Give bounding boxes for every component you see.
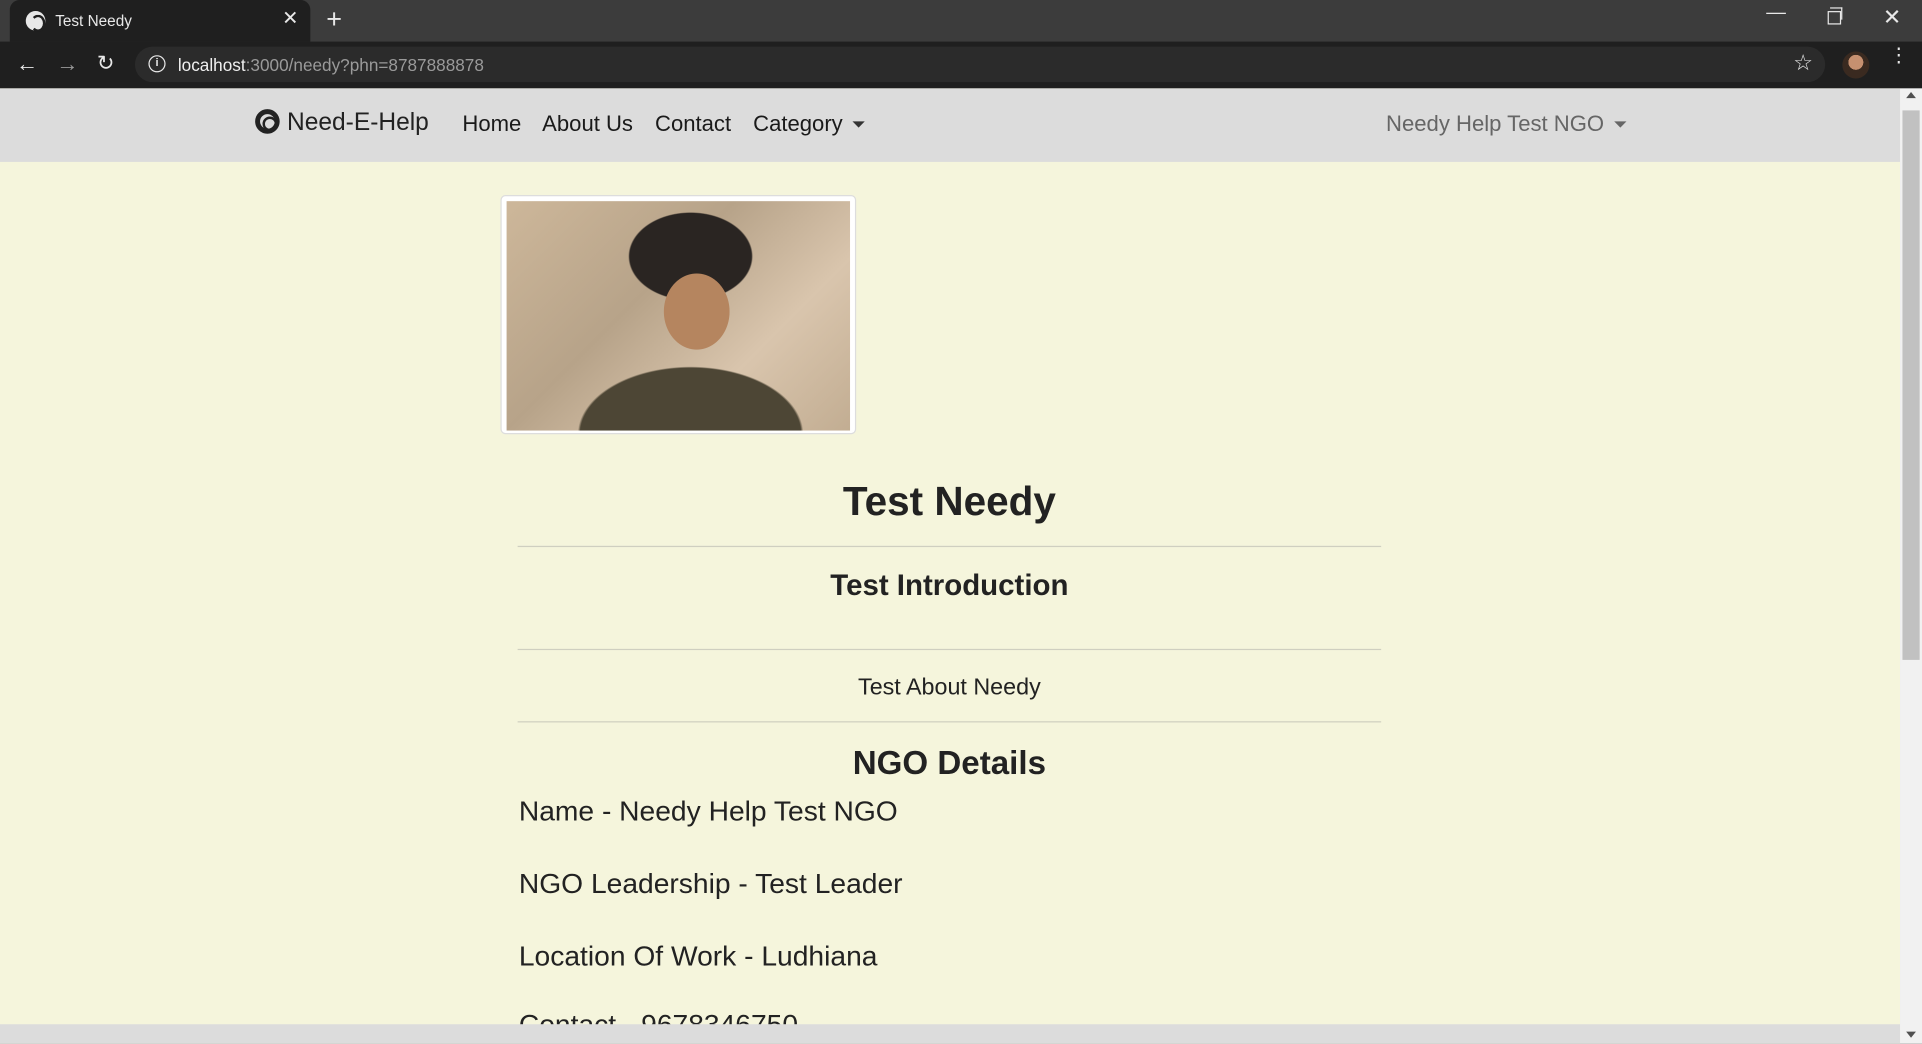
site-navbar: Need-E-Help Home About Us Contact Catego… <box>0 88 1901 162</box>
divider <box>517 721 1382 723</box>
vertical-scrollbar[interactable] <box>1900 88 1922 1044</box>
url-host: localhost <box>177 55 246 75</box>
page-viewport: Need-E-Help Home About Us Contact Catego… <box>0 88 1901 1044</box>
minimize-icon[interactable]: — <box>1766 2 1786 24</box>
tab-strip: Test Needy ✕ + — ✕ <box>0 0 1922 42</box>
ngo-details-heading: NGO Details <box>852 744 1047 782</box>
new-tab-icon[interactable]: + <box>326 6 342 33</box>
horizontal-scrollbar[interactable] <box>0 1024 1901 1044</box>
needy-photo <box>506 201 851 431</box>
nav-category-label: Category <box>753 111 843 137</box>
needy-about: Test About Needy <box>858 674 1041 701</box>
nav-home[interactable]: Home <box>462 112 521 138</box>
scrollbar-thumb[interactable] <box>1902 110 1920 660</box>
user-menu-label: Needy Help Test NGO <box>1386 111 1605 137</box>
tab-active[interactable]: Test Needy ✕ <box>9 0 311 42</box>
tab-close-icon[interactable]: ✕ <box>282 9 298 31</box>
nav-contact[interactable]: Contact <box>655 112 731 138</box>
back-arrow-icon[interactable]: ← <box>16 50 38 77</box>
scroll-down-arrow-icon[interactable] <box>1906 1031 1916 1038</box>
lifebuoy-icon <box>255 109 280 134</box>
brand-name: Need-E-Help <box>287 109 429 137</box>
tab-title: Test Needy <box>55 12 132 30</box>
address-bar[interactable]: i localhost:3000/needy?phn=8787888878 ☆ <box>134 46 1826 83</box>
url-text[interactable]: localhost:3000/needy?phn=8787888878 <box>178 55 484 75</box>
needy-photo-frame <box>500 195 857 435</box>
user-menu-dropdown[interactable]: Needy Help Test NGO <box>1386 111 1627 138</box>
ngo-leadership: NGO Leadership - Test Leader <box>518 867 903 900</box>
info-icon[interactable]: i <box>148 55 166 73</box>
brand-link[interactable]: Need-E-Help <box>255 109 429 137</box>
needy-introduction: Test Introduction <box>830 569 1069 603</box>
needy-name: Test Needy <box>842 478 1056 524</box>
divider <box>517 545 1382 548</box>
caret-down-icon <box>1613 121 1627 128</box>
bookmark-star-icon[interactable]: ☆ <box>1793 50 1813 76</box>
profile-avatar[interactable] <box>1842 51 1870 79</box>
browser-menu-icon[interactable]: ⋮ <box>1889 46 1909 66</box>
nav-about-us[interactable]: About Us <box>542 112 633 138</box>
globe-icon <box>25 11 46 32</box>
browser-window: Test Needy ✕ + — ✕ ← → ↻ i localhost:300… <box>0 0 1922 1044</box>
forward-arrow-icon[interactable]: → <box>56 50 78 77</box>
divider <box>517 648 1382 651</box>
reload-icon[interactable]: ↻ <box>97 50 114 77</box>
caret-down-icon <box>852 121 865 128</box>
window-close-icon[interactable]: ✕ <box>1883 5 1902 31</box>
ngo-name: Name - Needy Help Test NGO <box>518 794 898 827</box>
scroll-up-arrow-icon[interactable] <box>1906 91 1916 99</box>
restore-icon[interactable] <box>1827 7 1843 25</box>
browser-toolbar: ← → ↻ i localhost:3000/needy?phn=8787888… <box>0 41 1922 89</box>
ngo-location: Location Of Work - Ludhiana <box>518 939 878 972</box>
nav-category-dropdown[interactable]: Category <box>753 112 865 138</box>
url-path: :3000/needy?phn=8787888878 <box>245 55 484 75</box>
